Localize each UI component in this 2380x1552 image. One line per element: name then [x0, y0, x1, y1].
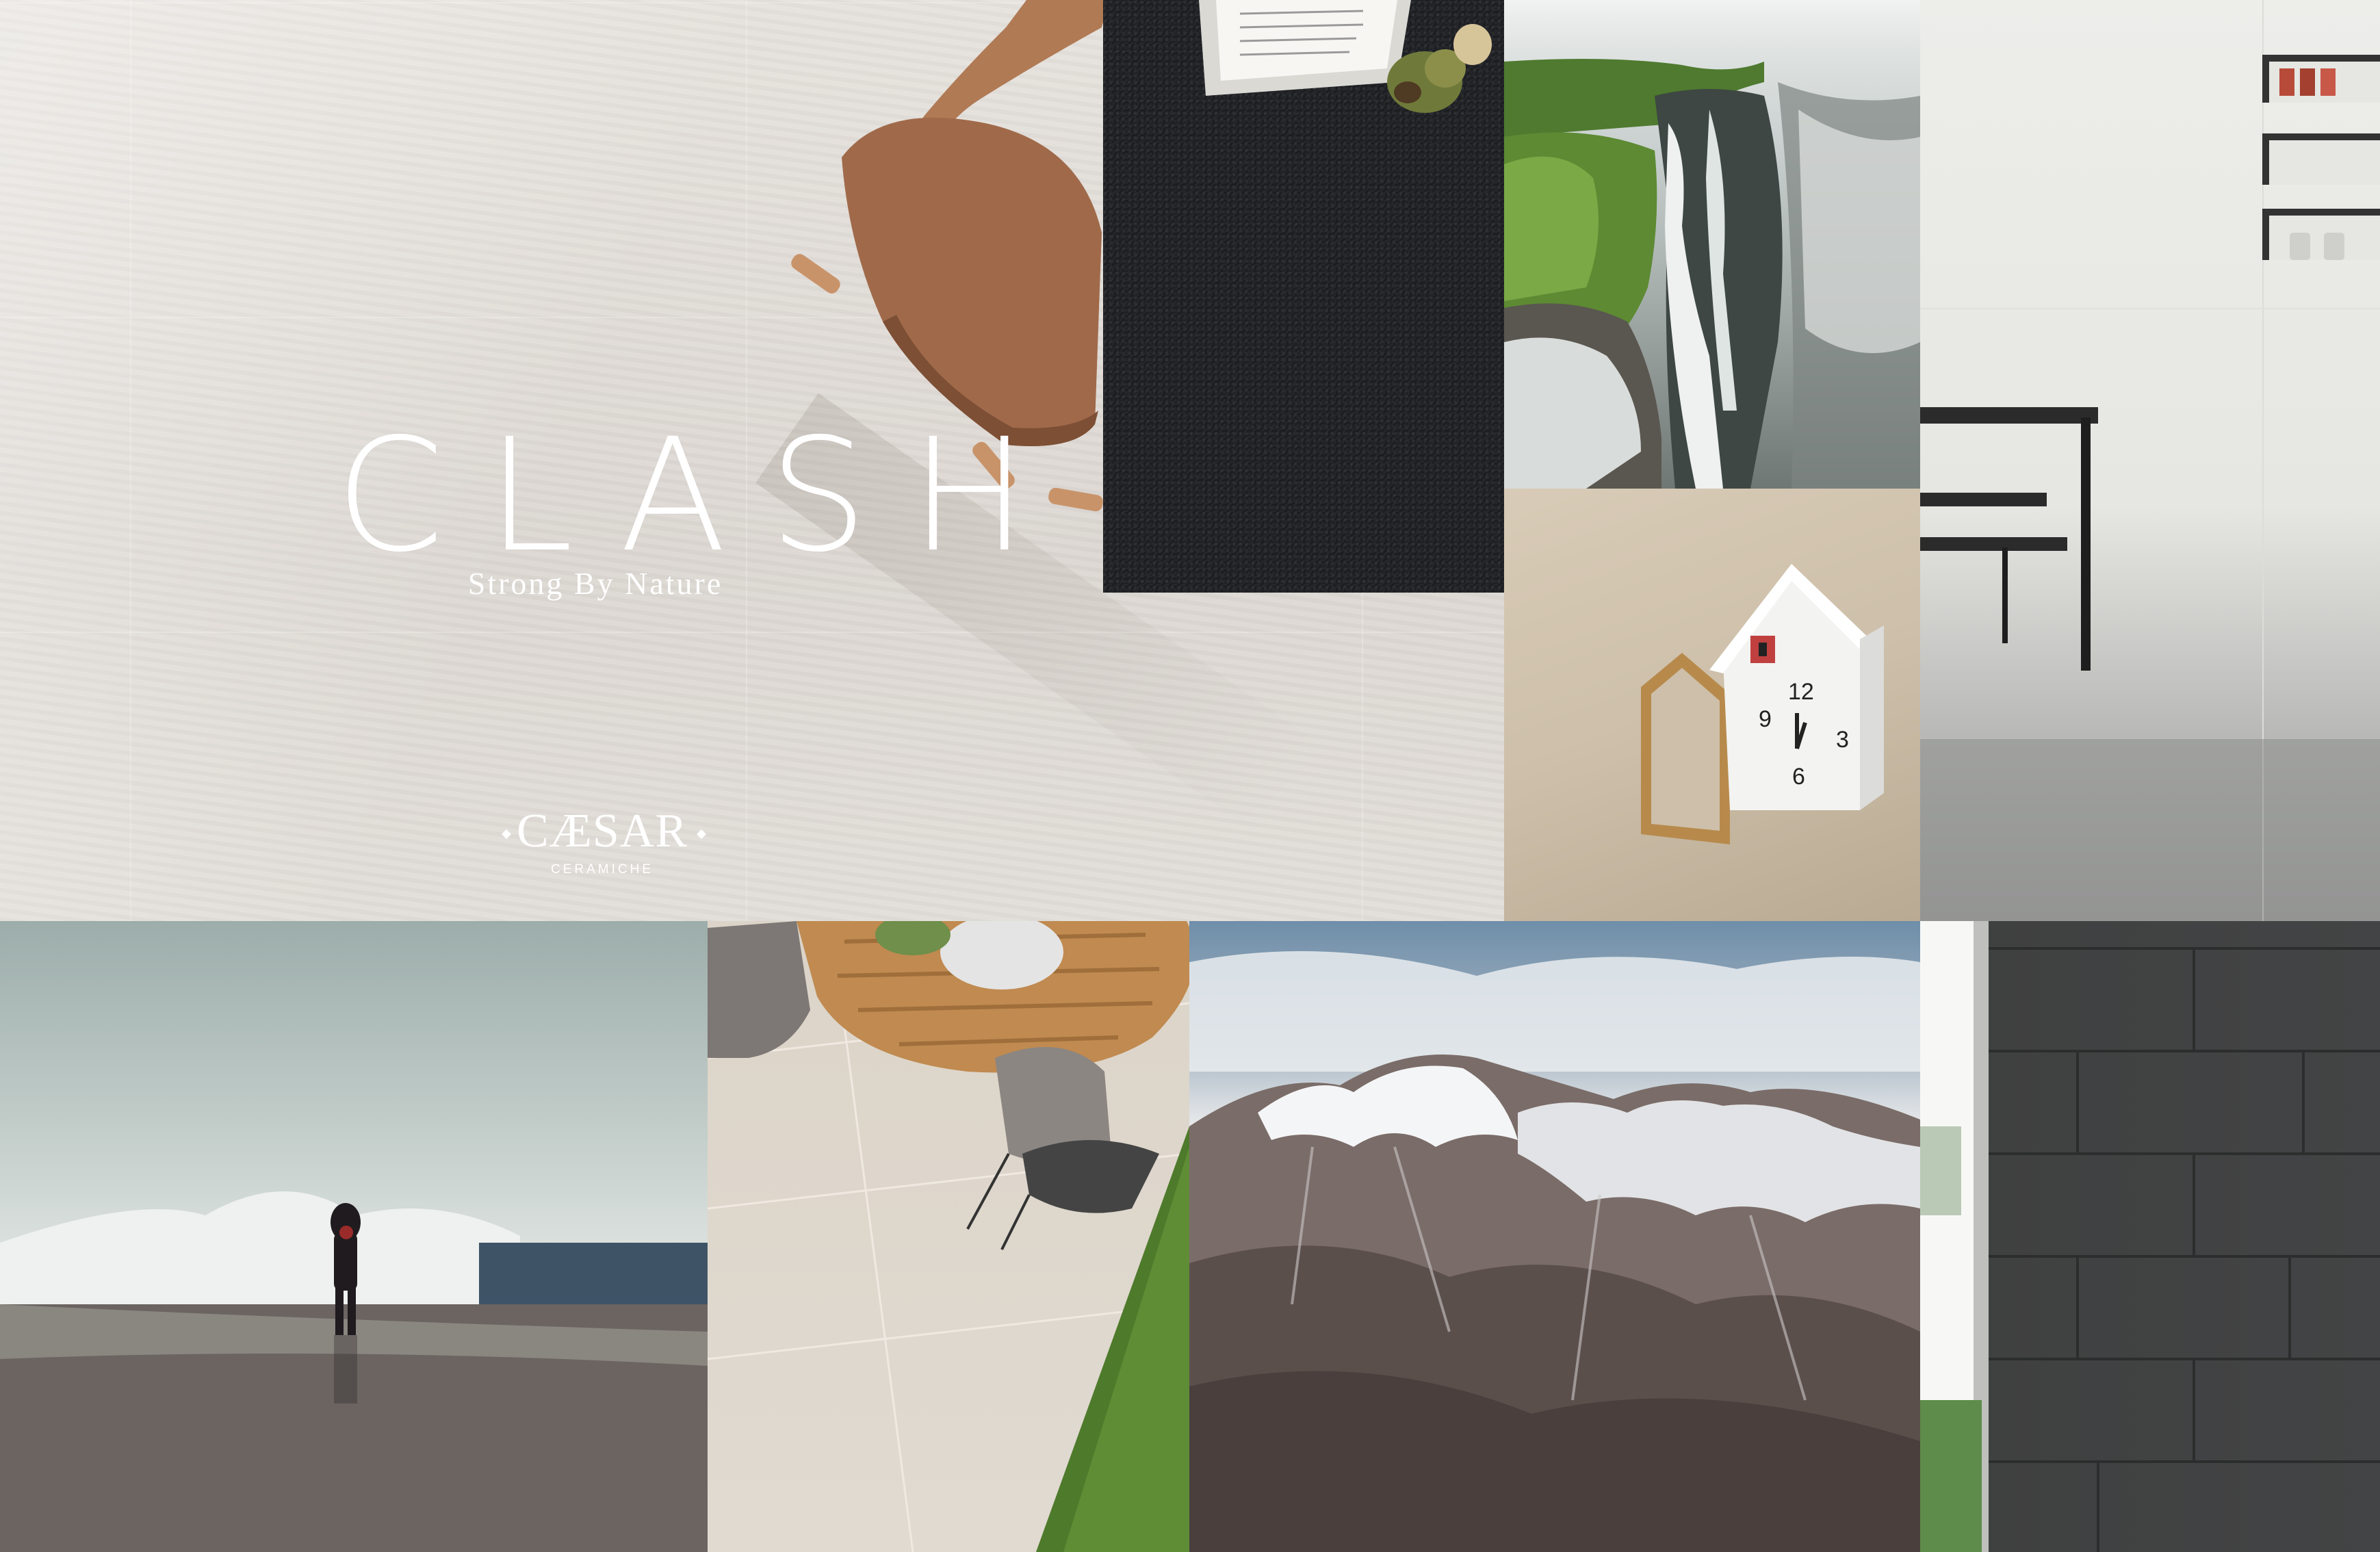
waterfall-image [1504, 59, 1920, 489]
patio-photo-tile [708, 921, 1189, 1552]
kitchen-interior-tile [1920, 0, 2380, 921]
snowy-mountain-photo-tile [1189, 921, 1920, 1552]
notebook-and-plant [1199, 0, 1492, 113]
collection-tagline: Strong By Nature [467, 566, 723, 601]
mountain-range-image [1189, 951, 1920, 1552]
patio-table-chairs-image [708, 921, 1189, 1552]
clock-numeral-3: 3 [1836, 727, 1849, 753]
waterfall-photo-tile [1504, 0, 1920, 489]
kitchen-table-and-shelves-image [1920, 0, 2380, 921]
dark-carpet-tile [1103, 0, 1504, 593]
clock-photo-tile: 12 3 6 9 [1504, 489, 1920, 921]
stormy-sea-photo-tile [0, 921, 708, 1552]
cuckoo-clock-image [1641, 564, 1884, 844]
clock-numeral-12: 12 [1788, 679, 1814, 705]
clock-numeral-6: 6 [1792, 764, 1805, 790]
slate-wall-and-window-image [1920, 921, 2380, 1552]
collection-title: CLASH [335, 404, 1070, 586]
brand-logo-subtitle: CERAMICHE [550, 862, 654, 877]
dark-slate-wall-tile [1920, 921, 2380, 1552]
person-facing-wave-image [0, 1191, 708, 1552]
brand-logo: CÆSAR [516, 805, 688, 857]
clock-numeral-9: 9 [1759, 706, 1772, 732]
